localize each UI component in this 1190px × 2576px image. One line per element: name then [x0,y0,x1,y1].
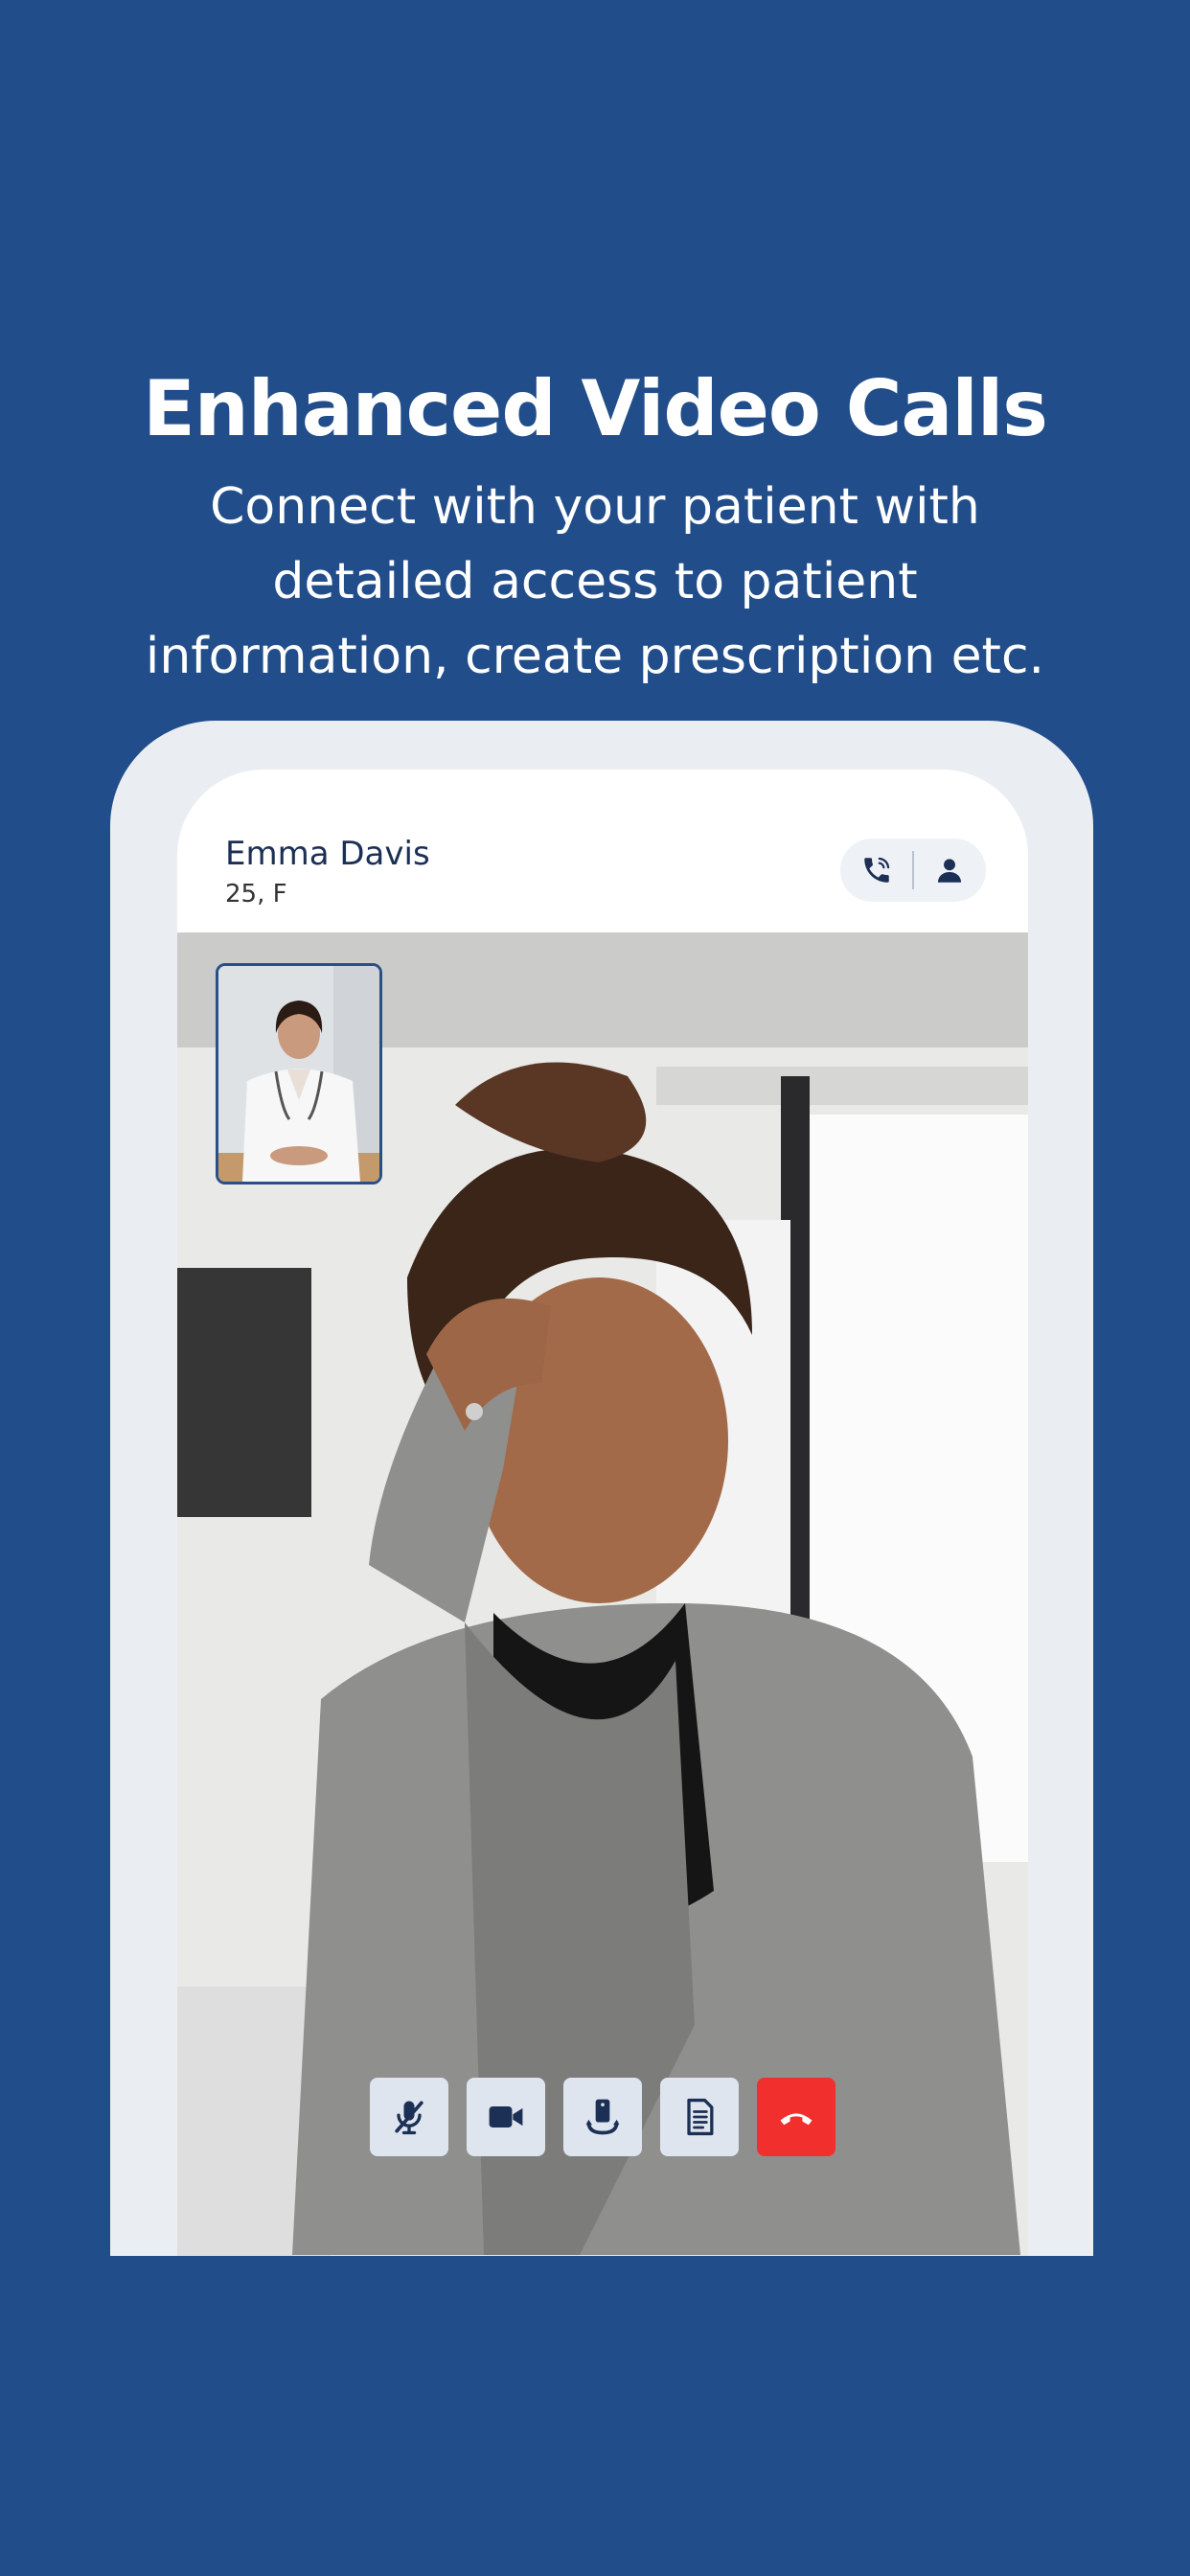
flip-camera-icon [585,2099,620,2135]
mute-button[interactable] [370,2078,448,2156]
end-call-icon [780,2113,812,2126]
phone-icon [864,857,890,883]
prescription-button[interactable] [660,2078,739,2156]
call-controls [370,2078,835,2156]
patient-name: Emma Davis [225,835,430,873]
video-camera-icon [489,2106,523,2128]
promo-headline: Enhanced Video Calls [143,364,1048,453]
call-header: Emma Davis 25, F [177,770,1028,932]
video-call-screen: Emma Davis 25, F [177,770,1028,2256]
video-toggle-button[interactable] [467,2078,545,2156]
patient-meta: 25, F [225,880,287,908]
document-icon [687,2098,714,2136]
user-icon [937,859,962,883]
doctor-self-view[interactable] [216,963,382,1184]
end-call-button[interactable] [757,2078,835,2156]
patient-profile-button[interactable] [913,839,986,902]
patient-video-feed [177,932,1028,2256]
doctor-video-image [218,966,379,1182]
mute-mic-icon [395,2101,423,2135]
voice-call-button[interactable] [840,839,913,902]
flip-camera-button[interactable] [563,2078,642,2156]
header-actions [840,839,986,902]
promo-subline: Connect with your patient with detailed … [145,478,1045,685]
